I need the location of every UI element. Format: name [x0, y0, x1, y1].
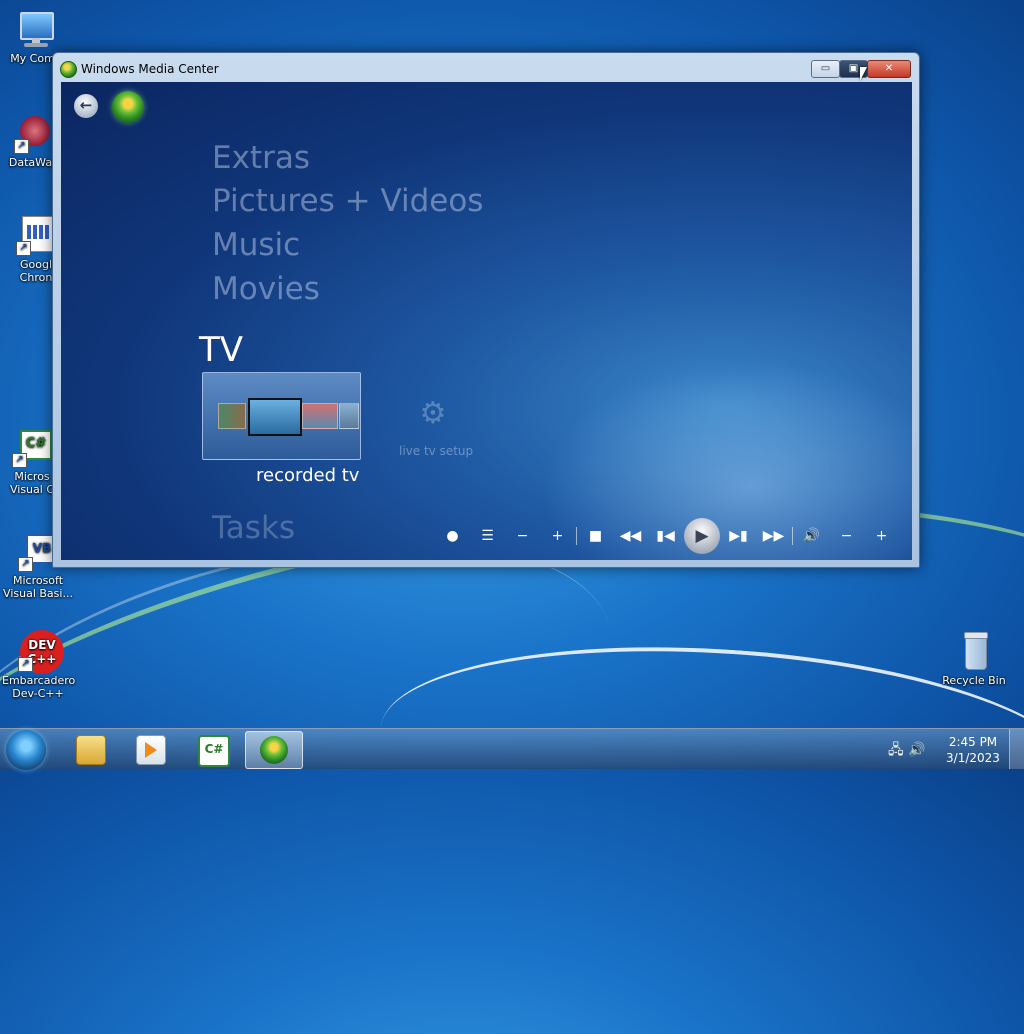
close-button[interactable]: ✕	[867, 60, 911, 78]
computer-icon	[16, 10, 56, 50]
taskbar-visual-csharp[interactable]: C#	[184, 731, 240, 767]
fast-forward-icon[interactable]: ▶▶	[756, 521, 791, 551]
separator	[576, 527, 577, 545]
shortcut-arrow-icon: ↗	[12, 453, 27, 468]
media-player-icon	[136, 735, 166, 765]
stop-icon[interactable]: ■	[578, 521, 613, 551]
desktop-icon-label: Visual Basi...	[3, 587, 73, 600]
volume-icon[interactable]: 🔊	[794, 521, 829, 551]
back-arrow-icon[interactable]: ←	[74, 94, 98, 118]
window-title: Windows Media Center	[81, 62, 219, 76]
dev-cpp-icon: DEV C++ ↗	[18, 630, 64, 674]
taskbar-media-player[interactable]	[122, 731, 178, 767]
media-center-content: ← Extras Pictures + Videos Music Movies …	[61, 82, 912, 560]
network-icon[interactable]: 🖧	[888, 742, 904, 758]
start-button[interactable]	[6, 730, 46, 770]
play-button[interactable]: ▶	[684, 518, 720, 554]
visual-csharp-icon: C#	[198, 735, 230, 767]
clock[interactable]: 2:45 PM 3/1/2023	[940, 734, 1006, 766]
desktop-icon-dev-cpp[interactable]: DEV C++ ↗ Embarcadero Dev-C++	[2, 630, 76, 700]
desktop-icon-label: Microsoft	[12, 574, 64, 587]
menu-item-music[interactable]: Music	[212, 227, 300, 263]
menu-item-movies[interactable]: Movies	[212, 271, 320, 307]
skip-forward-icon[interactable]: ▶▮	[721, 521, 756, 551]
menu-item-tv[interactable]: TV	[199, 330, 243, 370]
recorded-tv-tile[interactable]	[202, 372, 361, 460]
clock-time: 2:45 PM	[948, 735, 998, 749]
chrome-shortcut-icon: ↗	[16, 216, 56, 256]
shortcut-arrow-icon: ↗	[18, 657, 33, 672]
record-icon[interactable]: ●	[435, 521, 470, 551]
channel-up-icon[interactable]: +	[540, 521, 575, 551]
thumbnail	[248, 398, 302, 436]
thumbnail	[339, 403, 359, 429]
thumbnail	[218, 403, 246, 429]
channel-down-icon[interactable]: −	[505, 521, 540, 551]
live-tv-setup-label[interactable]: live tv setup	[399, 444, 473, 458]
desktop-icon-label: Embarcadero	[2, 674, 76, 687]
transport-controls: ● ☰ − + ■ ◀◀ ▮◀ ▶ ▶▮ ▶▶ 🔊 − +	[435, 518, 899, 554]
gear-icon[interactable]: ⚙	[417, 398, 449, 430]
taskbar-media-center[interactable]	[245, 731, 303, 769]
recorded-tv-label: recorded tv	[256, 465, 360, 486]
menu-item-tasks[interactable]: Tasks	[212, 510, 295, 546]
desktop-icon-label: Recycle Bin	[942, 674, 1006, 687]
shortcut-arrow-icon: ↗	[18, 557, 33, 572]
menu-item-pictures-videos[interactable]: Pictures + Videos	[212, 183, 483, 219]
datawag-app-icon: ↗	[14, 114, 54, 154]
system-tray: 🖧 🔊	[888, 739, 926, 763]
show-desktop-button[interactable]	[1009, 729, 1024, 769]
media-center-window[interactable]: Windows Media Center ▭ ▣ ✕ ← Extras Pict…	[52, 52, 920, 568]
media-center-logo-icon	[260, 736, 288, 764]
minimize-button[interactable]: ▭	[811, 60, 840, 78]
taskbar-file-explorer[interactable]	[62, 731, 118, 767]
guide-icon[interactable]: ☰	[470, 521, 505, 551]
shortcut-arrow-icon: ↗	[14, 139, 29, 154]
menu-item-extras[interactable]: Extras	[212, 140, 310, 176]
desktop-icon-label: Dev-C++	[12, 687, 64, 700]
visual-csharp-icon: C# ↗	[12, 428, 52, 468]
shortcut-arrow-icon: ↗	[16, 241, 31, 256]
skip-back-icon[interactable]: ▮◀	[648, 521, 683, 551]
volume-up-icon[interactable]: +	[864, 521, 899, 551]
taskbar: C# 🖧 🔊 2:45 PM 3/1/2023	[0, 728, 1024, 770]
separator	[792, 527, 793, 545]
volume-down-icon[interactable]: −	[829, 521, 864, 551]
thumbnail	[302, 403, 338, 429]
window-titlebar[interactable]: Windows Media Center ▭ ▣ ✕	[53, 53, 919, 83]
desktop-icon-recycle-bin[interactable]: Recycle Bin	[938, 632, 1010, 687]
recycle-bin-icon	[954, 632, 994, 672]
clock-date: 3/1/2023	[946, 751, 1000, 765]
mouse-cursor-icon	[860, 67, 867, 81]
rewind-icon[interactable]: ◀◀	[613, 521, 648, 551]
folder-icon	[76, 735, 106, 765]
media-center-logo-icon	[60, 61, 77, 78]
media-center-start-button[interactable]	[112, 91, 144, 123]
volume-tray-icon[interactable]: 🔊	[908, 742, 925, 758]
